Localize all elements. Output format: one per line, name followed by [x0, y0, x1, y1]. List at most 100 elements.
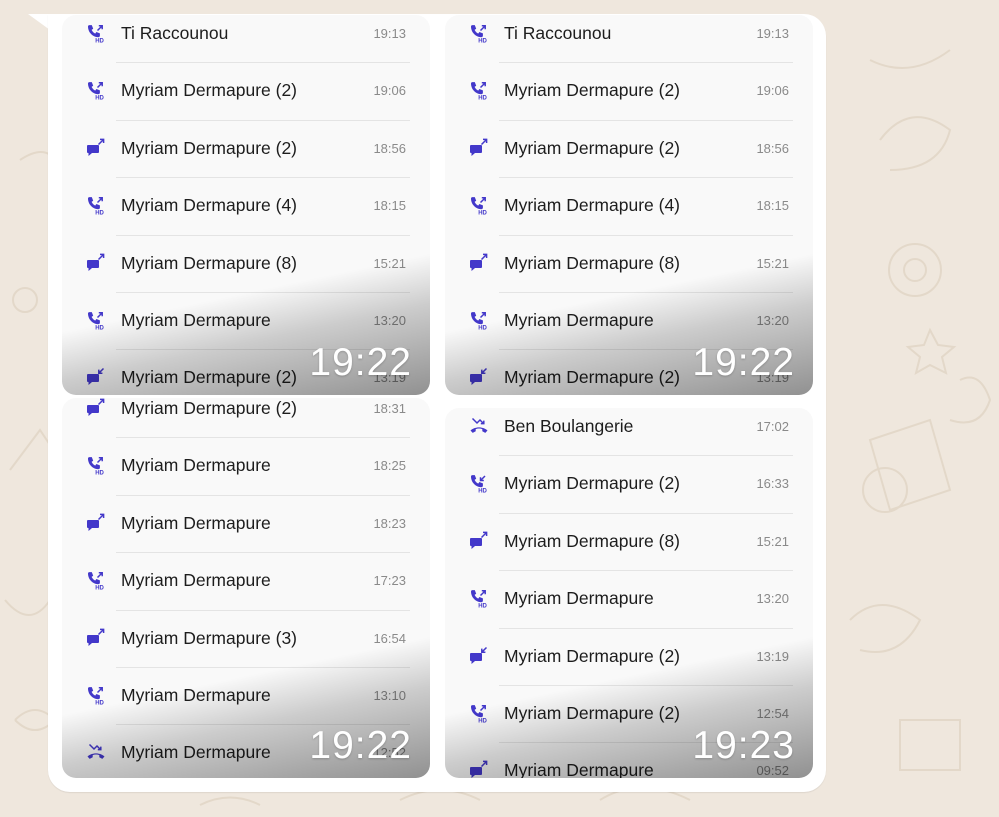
message-outgoing-icon [86, 628, 106, 648]
call-log-row[interactable]: Myriam Dermapure (8) 15:21 [445, 514, 813, 572]
message-outgoing-icon [469, 531, 489, 551]
call-log-row[interactable]: Myriam Dermapure (2) 18:31 [62, 398, 430, 439]
call-log-row[interactable]: HD Myriam Dermapure (2) 16:33 [445, 456, 813, 514]
hd-call-incoming-icon: HD [469, 473, 489, 493]
contact-name: Myriam Dermapure (3) [121, 627, 297, 648]
contact-name: Myriam Dermapure (2) [121, 367, 297, 388]
call-log-screenshot[interactable]: HD Ti Raccounou 19:13 HD Myriam Dermapure (2… [445, 15, 813, 395]
svg-text:HD: HD [95, 471, 104, 475]
hd-call-outgoing-icon: HD [86, 80, 106, 100]
message-outgoing-icon [469, 253, 489, 273]
call-time: 18:23 [373, 515, 406, 531]
call-log-row[interactable]: HD Ti Raccounou 19:13 [445, 15, 813, 64]
call-time: 19:13 [756, 26, 789, 41]
call-time: 18:56 [756, 140, 789, 156]
call-log-row[interactable]: Ben Boulangerie 17:02 [445, 408, 813, 457]
call-log-row[interactable]: Myriam Dermapure 18:23 [62, 496, 430, 554]
call-time: 15:21 [756, 255, 789, 271]
call-log-row[interactable]: HD Myriam Dermapure (2) 19:06 [62, 63, 430, 121]
call-log-screenshot[interactable]: Ben Boulangerie 17:02 HD Myriam Dermapure (… [445, 408, 813, 778]
bubble-tail [28, 14, 50, 30]
contact-name: Myriam Dermapure [121, 684, 271, 705]
contact-name: Myriam Dermapure (2) [504, 702, 680, 723]
contact-name: Myriam Dermapure (2) [121, 137, 297, 158]
call-log-screenshot[interactable]: Myriam Dermapure (2) 18:31 HD Myriam Dermap… [62, 398, 430, 778]
contact-name: Myriam Dermapure [504, 309, 654, 330]
contact-name: Myriam Dermapure (4) [504, 195, 680, 216]
call-time: 17:23 [373, 573, 406, 589]
svg-text:HD: HD [95, 586, 104, 590]
call-time: 18:15 [373, 198, 406, 214]
contact-name: Myriam Dermapure (8) [504, 252, 680, 273]
call-log-row[interactable]: Myriam Dermapure (2) 13:19 [445, 629, 813, 686]
hd-call-outgoing-icon: HD [86, 195, 106, 215]
contact-name: Myriam Dermapure (4) [121, 195, 297, 216]
svg-text:HD: HD [478, 719, 487, 723]
call-log-row[interactable]: Myriam Dermapure (2) 18:56 [62, 121, 430, 179]
call-time: 18:56 [373, 140, 406, 156]
svg-text:HD: HD [478, 604, 487, 608]
call-time: 12:54 [756, 705, 789, 721]
message-outgoing-icon [469, 138, 489, 158]
hd-call-outgoing-icon: HD [469, 80, 489, 100]
call-log-row[interactable]: HD Myriam Dermapure (2) 19:06 [445, 63, 813, 121]
svg-text:HD: HD [95, 39, 104, 43]
contact-name: Myriam Dermapure [121, 309, 271, 330]
call-time: 13:19 [756, 648, 789, 664]
contact-name: Myriam Dermapure [504, 760, 654, 778]
message-incoming-icon [469, 646, 489, 666]
contact-name: Myriam Dermapure (2) [504, 80, 680, 101]
hd-call-outgoing-icon: HD [469, 703, 489, 723]
svg-text:HD: HD [95, 701, 104, 705]
contact-name: Myriam Dermapure (8) [504, 530, 680, 551]
call-log-row[interactable]: HD Myriam Dermapure (4) 18:15 [445, 178, 813, 236]
hd-call-outgoing-icon: HD [469, 588, 489, 608]
call-log-row[interactable]: HD Myriam Dermapure 13:10 [62, 668, 430, 726]
svg-text:HD: HD [95, 326, 104, 330]
call-time: 16:54 [373, 630, 406, 646]
contact-name: Ti Raccounou [121, 23, 229, 43]
call-log-row[interactable]: HD Myriam Dermapure (4) 18:15 [62, 178, 430, 236]
contact-name: Myriam Dermapure (2) [121, 80, 297, 101]
call-log-row[interactable]: HD Ti Raccounou 19:13 [62, 15, 430, 64]
svg-text:HD: HD [478, 39, 487, 43]
call-log-row[interactable]: Myriam Dermapure (8) 15:21 [62, 236, 430, 293]
message-incoming-icon [469, 367, 489, 387]
svg-text:HD: HD [478, 211, 487, 215]
hd-call-outgoing-icon: HD [86, 310, 106, 330]
message-outgoing-icon [86, 138, 106, 158]
contact-name: Myriam Dermapure (2) [121, 398, 297, 418]
message-outgoing-icon [86, 253, 106, 273]
contact-name: Myriam Dermapure [121, 512, 271, 533]
hd-call-outgoing-icon: HD [86, 23, 106, 43]
missed-call-icon [469, 416, 489, 436]
call-log-row[interactable]: HD Myriam Dermapure 13:20 [445, 571, 813, 629]
contact-name: Myriam Dermapure [121, 455, 271, 476]
hd-call-outgoing-icon: HD [86, 570, 106, 590]
hd-call-outgoing-icon: HD [469, 23, 489, 43]
screenshot-timestamp: 19:22 [309, 724, 412, 767]
call-log-row[interactable]: HD Myriam Dermapure 18:25 [62, 438, 430, 496]
call-time: 18:15 [756, 198, 789, 214]
contact-name: Myriam Dermapure [504, 588, 654, 609]
call-time: 19:13 [373, 26, 406, 41]
call-log-screenshot[interactable]: HD Ti Raccounou 19:13 HD Myriam Dermapure (2… [62, 15, 430, 395]
call-log-row[interactable]: Myriam Dermapure (3) 16:54 [62, 611, 430, 668]
call-log-row[interactable]: Myriam Dermapure (8) 15:21 [445, 236, 813, 293]
call-log-row[interactable]: Myriam Dermapure (2) 18:56 [445, 121, 813, 179]
contact-name: Myriam Dermapure (2) [504, 137, 680, 158]
hd-call-outgoing-icon: HD [86, 685, 106, 705]
call-time: 18:25 [373, 458, 406, 474]
call-time: 13:20 [373, 312, 406, 328]
call-time: 15:21 [756, 533, 789, 549]
contact-name: Myriam Dermapure (8) [121, 252, 297, 273]
screenshot-timestamp: 19:22 [309, 341, 412, 384]
svg-text:HD: HD [478, 326, 487, 330]
call-log-row[interactable]: HD Myriam Dermapure 17:23 [62, 553, 430, 611]
svg-text:HD: HD [95, 96, 104, 100]
contact-name: Ti Raccounou [504, 23, 612, 43]
hd-call-outgoing-icon: HD [469, 195, 489, 215]
hd-call-outgoing-icon: HD [86, 455, 106, 475]
call-time: 19:06 [756, 83, 789, 99]
contact-name: Myriam Dermapure (2) [504, 645, 680, 666]
